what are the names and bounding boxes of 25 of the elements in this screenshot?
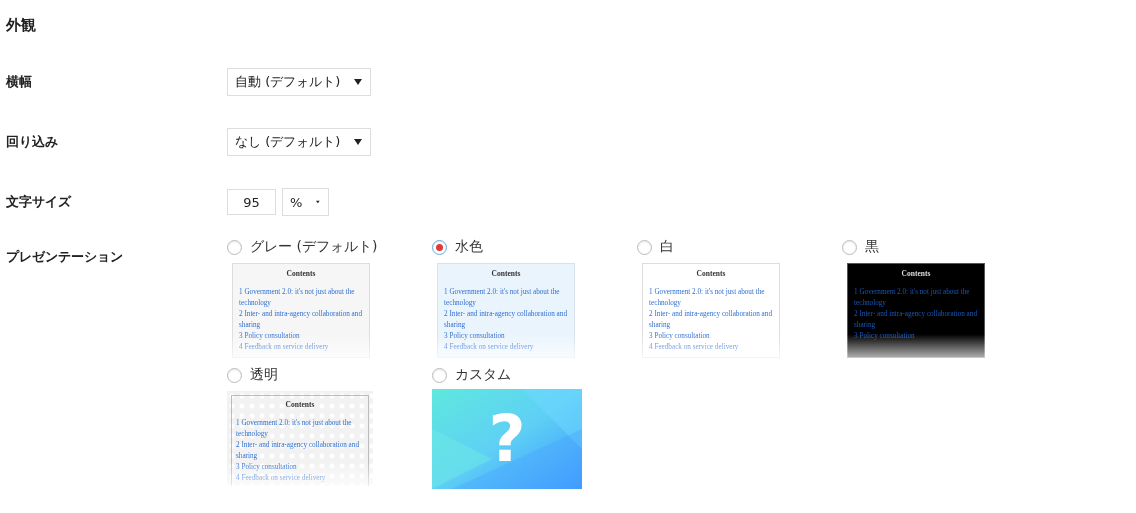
radio-button[interactable] (637, 239, 652, 255)
option-label: 水色 (455, 238, 483, 256)
option-label: 黒 (865, 238, 879, 256)
dropdown[interactable]: なし (デフォルト) (227, 128, 372, 156)
field-label: 文字サイズ (6, 193, 73, 211)
radio-button[interactable] (432, 239, 447, 255)
field-label: プレゼンテーション (6, 248, 124, 266)
dropdown[interactable]: 自動 (デフォルト) (227, 68, 372, 96)
section-title: 外観 (6, 16, 37, 35)
option-label: 透明 (250, 366, 278, 384)
radio-button[interactable] (432, 367, 447, 383)
input-field[interactable]: 95 (227, 189, 276, 215)
field-label: 回り込み (6, 133, 59, 151)
option-label: 白 (660, 238, 674, 256)
radio-button[interactable] (227, 367, 242, 383)
caret-icon (316, 199, 320, 205)
radio-button[interactable] (842, 239, 857, 255)
dropdown[interactable]: % (282, 188, 329, 216)
radio-button[interactable] (227, 239, 242, 255)
question-mark: ? (488, 407, 526, 471)
field-label: 横幅 (6, 73, 33, 91)
option-label: カスタム (455, 366, 511, 384)
caret-icon (354, 139, 363, 145)
caret-icon (354, 79, 363, 85)
option-label: グレー (デフォルト) (250, 238, 378, 256)
